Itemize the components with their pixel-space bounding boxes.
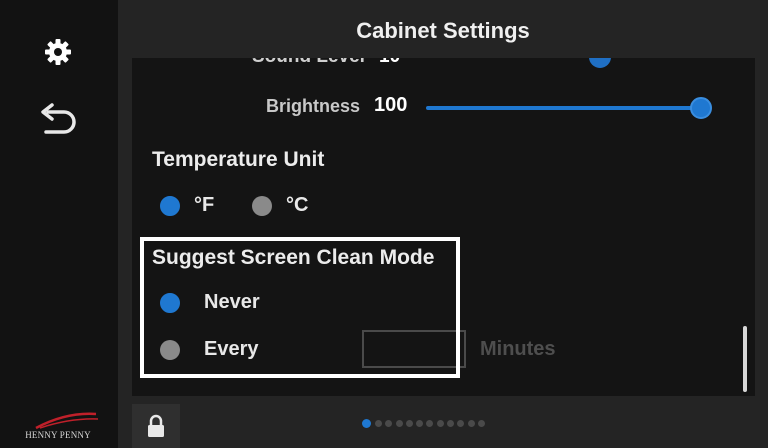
brightness-slider-knob[interactable] bbox=[690, 97, 712, 119]
sound-level-slider-knob[interactable] bbox=[589, 58, 611, 68]
brightness-slider-track[interactable] bbox=[426, 106, 704, 110]
temperature-unit-title: Temperature Unit bbox=[152, 148, 325, 171]
page-dot[interactable] bbox=[477, 420, 485, 427]
page-dot[interactable] bbox=[426, 420, 434, 427]
sidebar: HENNY PENNY bbox=[0, 0, 118, 448]
temperature-option-fahrenheit[interactable]: °F bbox=[160, 194, 214, 217]
logo-swoosh-icon bbox=[35, 412, 99, 430]
page-dot[interactable] bbox=[436, 420, 444, 427]
page-dot[interactable] bbox=[405, 420, 413, 427]
page-dot[interactable] bbox=[416, 420, 424, 427]
lock-button[interactable] bbox=[132, 404, 180, 448]
highlight-annotation-box bbox=[140, 237, 460, 378]
lock-icon bbox=[148, 414, 164, 437]
page-indicator bbox=[362, 419, 488, 428]
gear-icon bbox=[45, 39, 71, 65]
page-dot[interactable] bbox=[375, 420, 382, 427]
scrollbar[interactable] bbox=[743, 326, 747, 392]
temperature-option-celsius[interactable]: °C bbox=[252, 194, 308, 217]
brightness-label: Brightness bbox=[266, 96, 361, 116]
back-button[interactable] bbox=[30, 92, 86, 148]
clean-interval-unit: Minutes bbox=[480, 338, 556, 360]
temperature-option-label: °F bbox=[194, 194, 215, 216]
page-dot[interactable] bbox=[467, 420, 475, 427]
page-dot[interactable] bbox=[395, 420, 403, 427]
brand-logo: HENNY PENNY bbox=[6, 408, 110, 444]
radio-unselected-icon bbox=[252, 195, 272, 216]
page-dot[interactable] bbox=[447, 420, 455, 427]
page-dot[interactable] bbox=[457, 420, 465, 427]
page-dot-active[interactable] bbox=[362, 419, 371, 428]
page-dot[interactable] bbox=[385, 420, 393, 427]
back-arrow-icon bbox=[41, 103, 76, 134]
settings-button[interactable] bbox=[30, 24, 86, 80]
sound-level-value: 10 bbox=[379, 58, 400, 68]
sound-level-label: Sound Level bbox=[252, 58, 365, 68]
logo-text: HENNY PENNY bbox=[25, 430, 91, 440]
brightness-value: 100 bbox=[374, 94, 408, 116]
temperature-option-label: °C bbox=[286, 194, 309, 216]
page-title: Cabinet Settings bbox=[356, 18, 530, 43]
radio-selected-icon bbox=[160, 195, 180, 216]
main-area: Cabinet Settings Sound Level 10 Brightne… bbox=[118, 0, 768, 448]
